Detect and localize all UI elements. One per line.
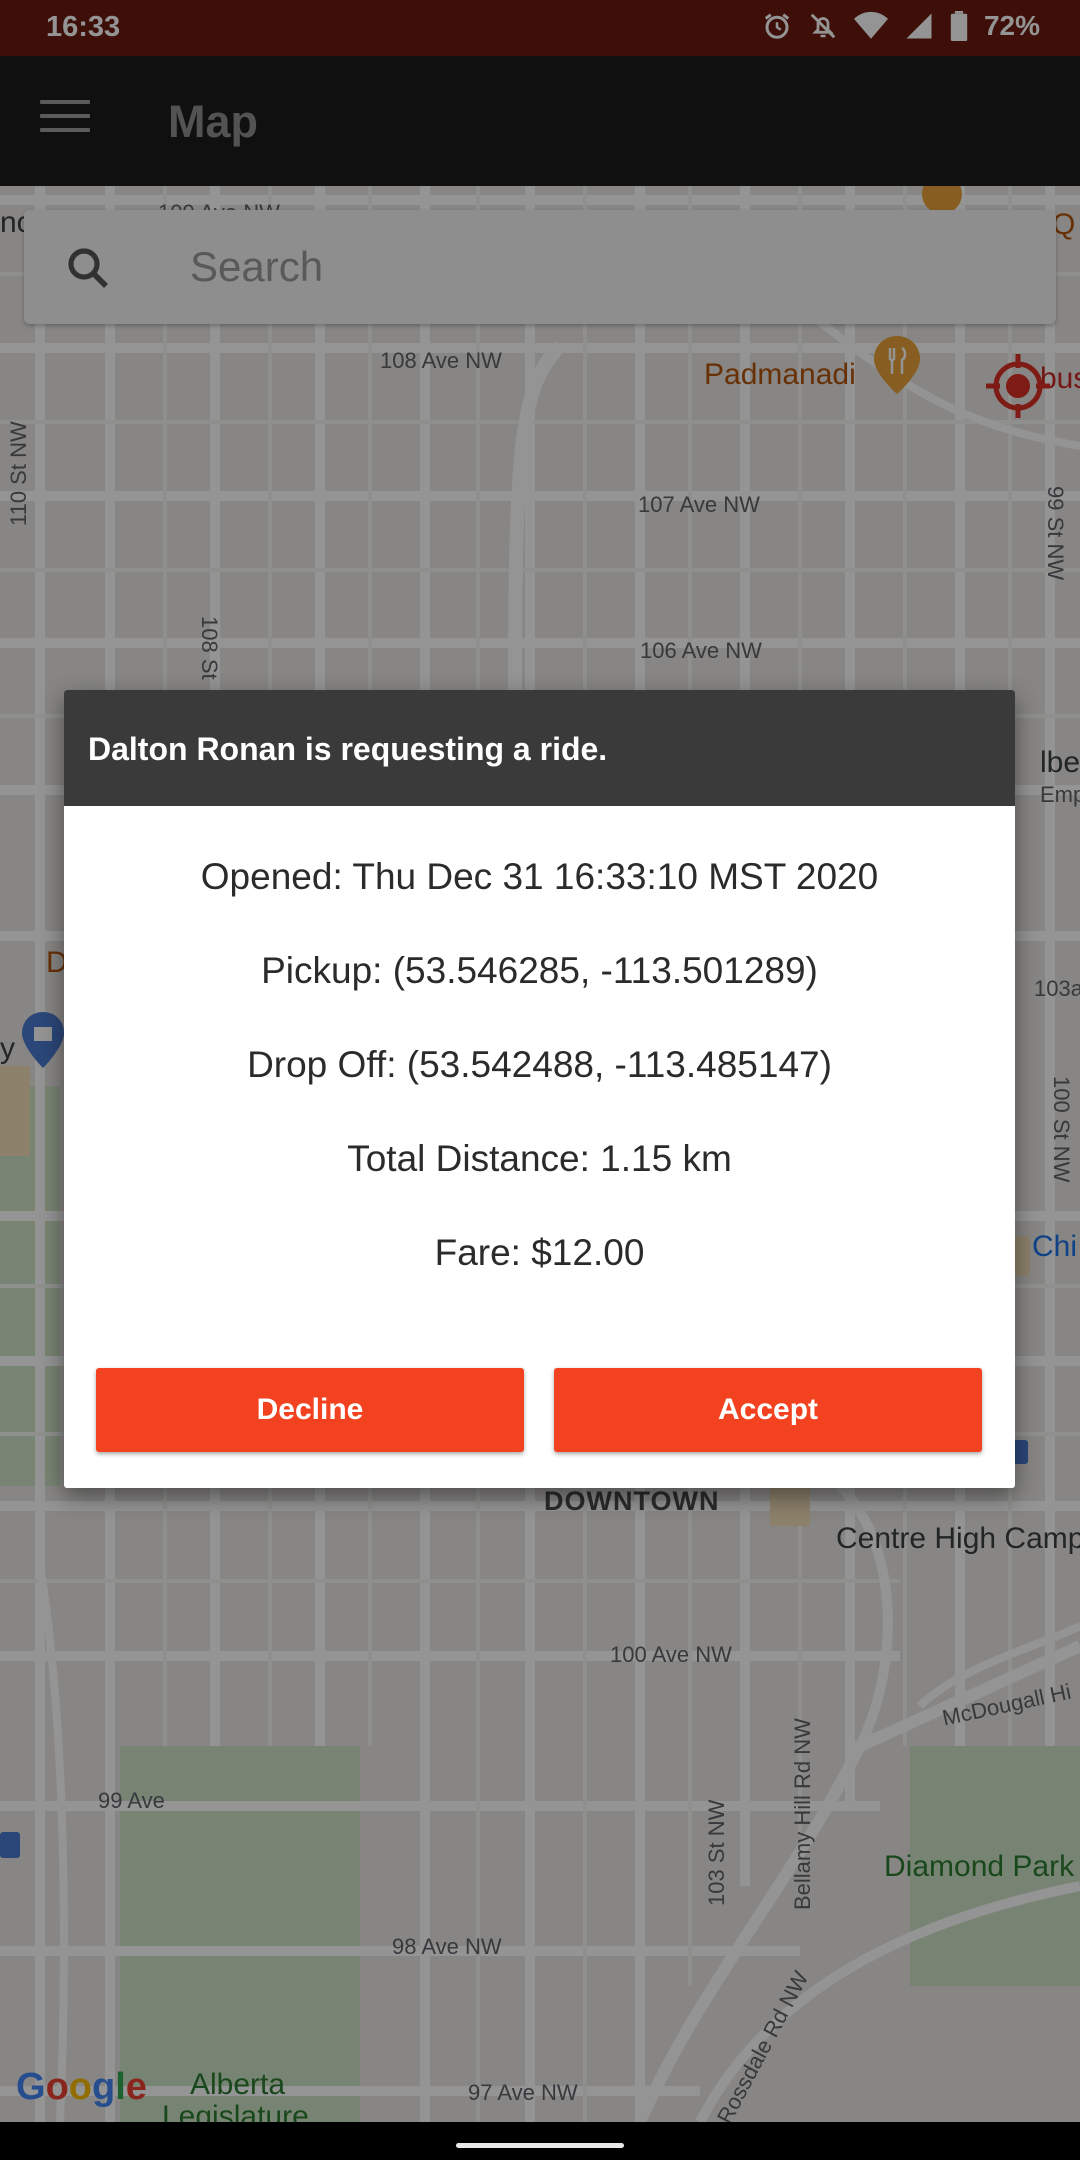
dialog-title: Dalton Ronan is requesting a ride.	[64, 690, 1015, 806]
ride-request-dialog: Dalton Ronan is requesting a ride. Opene…	[64, 690, 1015, 1488]
pickup-coordinates-text: Pickup: (53.546285, -113.501289)	[261, 950, 818, 991]
opened-time-text: Opened: Thu Dec 31 16:33:10 MST 2020	[200, 856, 879, 897]
home-gesture-handle[interactable]	[456, 2143, 624, 2148]
accept-button[interactable]: Accept	[554, 1368, 982, 1452]
fare-text: Fare: $12.00	[434, 1232, 645, 1273]
decline-button[interactable]: Decline	[96, 1368, 524, 1452]
total-distance-text: Total Distance: 1.15 km	[347, 1138, 732, 1179]
system-nav-bar	[0, 2122, 1080, 2160]
dropoff-coordinates-text: Drop Off: (53.542488, -113.485147)	[247, 1044, 832, 1085]
dialog-body: Opened: Thu Dec 31 16:33:10 MST 2020 Pic…	[64, 806, 1015, 1326]
